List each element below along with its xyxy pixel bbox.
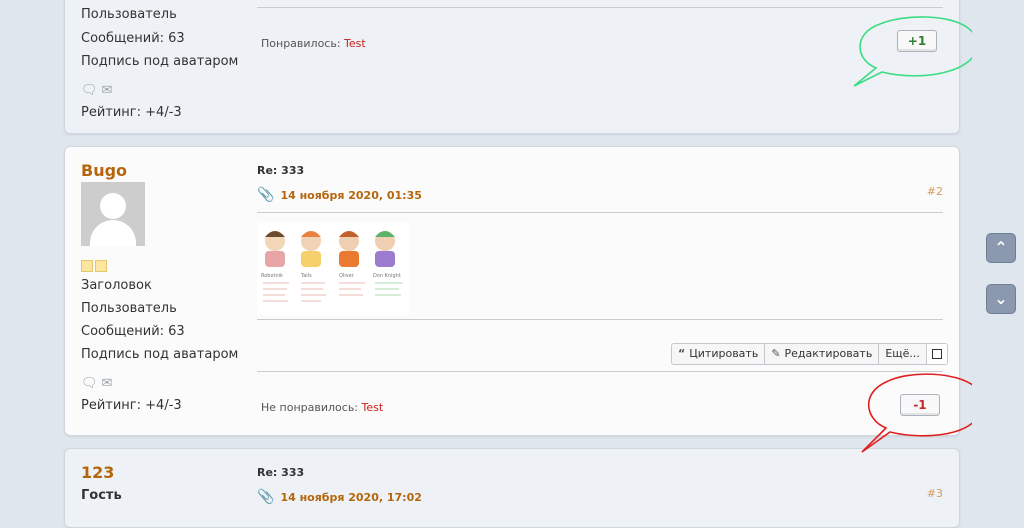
paperclip-icon: 📎	[257, 489, 275, 505]
avatar[interactable]	[81, 182, 145, 246]
caption-don-knight: Don Knight	[373, 273, 401, 279]
like-user-link[interactable]: Test	[344, 37, 366, 50]
topic-view: Пользователь Сообщений: 63 Подпись под а…	[0, 0, 1024, 528]
rating: Рейтинг: +4/-3	[81, 105, 182, 120]
envelope-icon[interactable]: ✉	[102, 83, 113, 98]
attached-image[interactable]: Robotnik Tails Oliver Don Knight	[257, 223, 409, 315]
scroll-up-button[interactable]: ⌃	[986, 233, 1016, 263]
edit-button[interactable]: ✎ Редактировать	[764, 343, 880, 365]
likes-line: Понравилось: Test	[261, 37, 366, 50]
scroll-down-button[interactable]: ⌄	[986, 284, 1016, 314]
member-group: Гость	[81, 488, 122, 503]
contact-icons: 🗨 ✉	[81, 376, 116, 391]
signature-text: Подпись под аватаром	[81, 347, 239, 362]
select-post-checkbox[interactable]	[925, 343, 948, 365]
chevron-down-icon: ⌄	[994, 289, 1008, 308]
member-title: Заголовок	[81, 278, 152, 293]
divider	[257, 319, 943, 320]
more-button[interactable]: Ещё...	[878, 343, 927, 365]
divider	[257, 212, 943, 213]
author-name[interactable]: Bugo	[81, 161, 127, 180]
post-count: Сообщений: 63	[81, 31, 185, 46]
divider	[257, 7, 943, 8]
chevron-up-icon: ⌃	[994, 238, 1008, 257]
contact-icons: 🗨 ✉	[81, 83, 116, 98]
caption-robotnik: Robotnik	[261, 273, 283, 279]
post-1: Пользователь Сообщений: 63 Подпись под а…	[64, 0, 960, 134]
post-subject[interactable]: Re: 333	[257, 466, 304, 479]
post-count: Сообщений: 63	[81, 324, 185, 339]
rating: Рейтинг: +4/-3	[81, 398, 182, 413]
post-date-text: 14 ноября 2020, 01:35	[280, 189, 422, 202]
quote-button[interactable]: “Цитировать	[671, 343, 766, 365]
member-group: Пользователь	[81, 7, 177, 22]
rank-stars	[81, 257, 109, 272]
speech-bubble-icon[interactable]: 🗨	[81, 83, 98, 98]
post-subject[interactable]: Re: 333	[257, 164, 304, 177]
dislikes-label: Не понравилось:	[261, 401, 359, 414]
envelope-icon[interactable]: ✉	[102, 376, 113, 391]
dislike-user-link[interactable]: Test	[362, 401, 384, 414]
post-date-text: 14 ноября 2020, 17:02	[280, 491, 422, 504]
paperclip-icon: 📎	[257, 187, 275, 203]
author-name[interactable]: 123	[81, 463, 114, 482]
post-3: 123 Гость Re: 333 📎 14 ноября 2020, 17:02…	[64, 448, 960, 528]
member-group: Пользователь	[81, 301, 177, 316]
divider	[257, 371, 943, 372]
highlight-bubble-minus	[861, 373, 984, 453]
caption-tails: Tails	[300, 273, 312, 279]
post-number[interactable]: #3	[927, 487, 943, 500]
edit-icon: ✎	[771, 347, 781, 360]
likes-line: Не понравилось: Test	[261, 401, 383, 414]
post-number[interactable]: #2	[927, 185, 943, 198]
edit-label: Редактировать	[784, 347, 873, 360]
post-date: 📎 14 ноября 2020, 01:35	[257, 187, 422, 203]
signature-text: Подпись под аватаром	[81, 54, 239, 69]
post-2: Bugo Заголовок Пользователь Сообщений: 6…	[64, 146, 960, 436]
post-date: 📎 14 ноября 2020, 17:02	[257, 489, 422, 505]
highlight-bubble-plus	[853, 16, 979, 87]
post-actions: “Цитировать ✎ Редактировать Ещё...	[671, 343, 948, 365]
quote-label: Цитировать	[689, 347, 759, 360]
quote-icon: “	[678, 347, 686, 360]
speech-bubble-icon[interactable]: 🗨	[81, 376, 98, 391]
likes-label: Понравилось:	[261, 37, 341, 50]
caption-oliver: Oliver	[339, 273, 355, 279]
